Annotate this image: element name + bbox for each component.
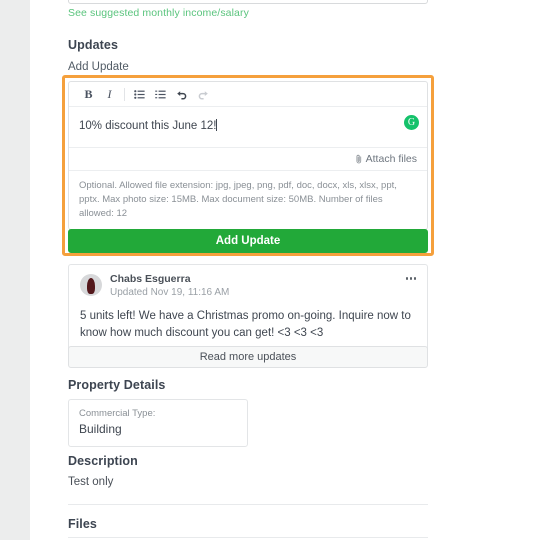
files-heading: Files <box>68 517 97 531</box>
update-editor: B I 10% discount this June 12! G Attach … <box>68 81 428 231</box>
grammarly-icon[interactable]: G <box>404 115 419 130</box>
update-text-value: 10% discount this June 12! <box>79 120 217 132</box>
description-text: Test only <box>68 476 114 488</box>
commercial-type-value: Building <box>79 422 122 437</box>
italic-icon[interactable]: I <box>99 84 120 105</box>
more-options-icon[interactable] <box>405 277 416 280</box>
attach-row: Attach files <box>69 148 427 171</box>
update-text-input[interactable]: 10% discount this June 12! G <box>69 107 427 148</box>
text-cursor <box>216 119 218 131</box>
bullet-list-icon[interactable] <box>129 84 150 105</box>
commercial-type-label: Commercial Type: <box>79 408 156 419</box>
update-post-card: Chabs Esguerra Updated Nov 19, 11:16 AM … <box>68 264 428 356</box>
update-post-body: 5 units left! We have a Christmas promo … <box>80 309 411 340</box>
update-post-timestamp: Updated Nov 19, 11:16 AM <box>110 287 230 299</box>
toolbar-divider <box>124 87 125 101</box>
income-input[interactable] <box>68 0 428 4</box>
paperclip-icon <box>356 154 361 164</box>
update-post-header: Chabs Esguerra Updated Nov 19, 11:16 AM <box>80 273 416 300</box>
update-post-author: Chabs Esguerra <box>110 273 191 285</box>
attach-files-button[interactable]: Attach files <box>355 153 417 165</box>
divider-files <box>68 537 428 538</box>
commercial-type-card: Commercial Type: Building <box>68 399 248 448</box>
add-update-button[interactable]: Add Update <box>68 229 428 253</box>
editor-toolbar: B I <box>69 82 427 107</box>
numbered-list-icon[interactable] <box>150 84 171 105</box>
attach-files-label: Attach files <box>365 153 417 165</box>
updates-heading: Updates <box>68 38 119 52</box>
description-heading: Description <box>68 454 138 468</box>
suggested-income-link[interactable]: See suggested monthly income/salary <box>68 7 249 19</box>
undo-icon[interactable] <box>171 84 192 105</box>
update-post-meta: Chabs Esguerra Updated Nov 19, 11:16 AM <box>110 273 229 300</box>
editor-help-text: Optional. Allowed file extension: jpg, j… <box>79 180 397 219</box>
divider-description <box>68 504 428 505</box>
page-content: See suggested monthly income/salary Upda… <box>30 0 560 540</box>
avatar <box>80 274 102 296</box>
add-update-label: Add Update <box>68 61 129 73</box>
bold-icon[interactable]: B <box>78 84 99 105</box>
redo-icon[interactable] <box>192 84 213 105</box>
property-details-heading: Property Details <box>68 378 166 392</box>
read-more-updates-button[interactable]: Read more updates <box>68 346 428 368</box>
